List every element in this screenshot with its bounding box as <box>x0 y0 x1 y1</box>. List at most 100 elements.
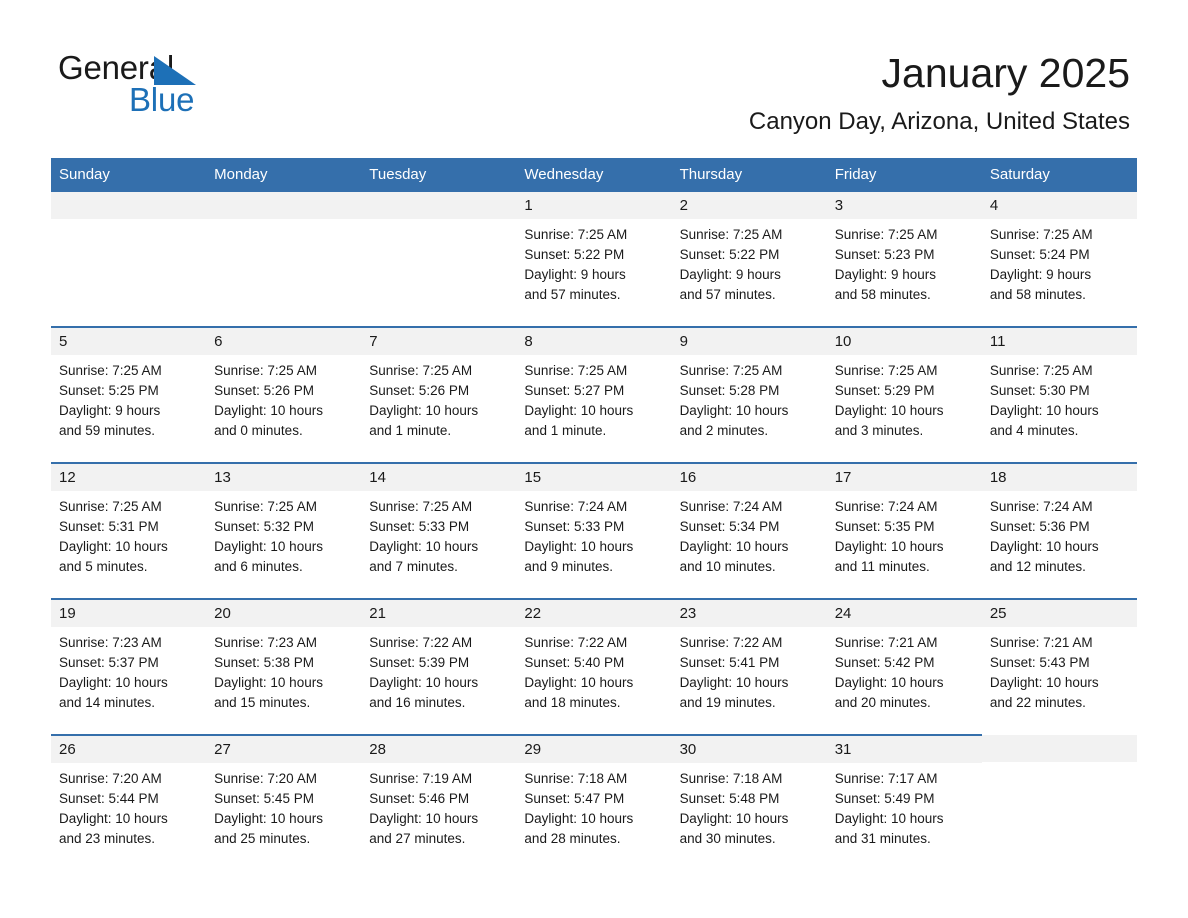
weekday-header-saturday: Saturday <box>981 158 1137 192</box>
calendar-week-row: 12 Sunrise: 7:25 AM Sunset: 5:31 PM Dayligh… <box>51 462 1137 599</box>
daylight-duration-line2: and 18 minutes. <box>524 695 621 710</box>
sunset-time: Sunset: 5:38 PM <box>214 655 314 670</box>
day-details: Sunrise: 7:25 AM Sunset: 5:31 PM Daylight:… <box>51 491 206 577</box>
daylight-duration-line2: and 10 minutes. <box>679 559 776 574</box>
calendar-day-cell[interactable]: 3 Sunrise: 7:25 AM Sunset: 5:23 PM Daylight… <box>826 192 982 327</box>
day-details: Sunrise: 7:25 AM Sunset: 5:27 PM Daylight:… <box>516 355 671 441</box>
day-details: Sunrise: 7:25 AM Sunset: 5:30 PM Daylight:… <box>982 355 1137 441</box>
sunset-time: Sunset: 5:28 PM <box>679 383 780 398</box>
calendar-day-cell[interactable]: 25 Sunrise: 7:21 AM Sunset: 5:43 PM Dayligh… <box>981 598 1137 735</box>
calendar-day-cell[interactable]: 5 Sunrise: 7:25 AM Sunset: 5:25 PM Daylight… <box>51 326 207 463</box>
daylight-duration-line1: Daylight: 10 hours <box>524 403 634 418</box>
daylight-duration-line2: and 9 minutes. <box>524 559 613 574</box>
sunrise-time: Sunrise: 7:22 AM <box>524 635 628 650</box>
calendar-day-cell[interactable]: 19 Sunrise: 7:23 AM Sunset: 5:37 PM Dayligh… <box>51 598 207 735</box>
sunrise-time: Sunrise: 7:22 AM <box>369 635 473 650</box>
day-details: Sunrise: 7:23 AM Sunset: 5:38 PM Daylight:… <box>206 627 361 713</box>
day-number: 2 <box>671 192 827 219</box>
sunrise-time: Sunrise: 7:23 AM <box>214 635 317 650</box>
daylight-duration-line1: Daylight: 10 hours <box>679 675 789 690</box>
daylight-duration-line1: Daylight: 10 hours <box>834 403 944 418</box>
day-details: Sunrise: 7:18 AM Sunset: 5:48 PM Daylight:… <box>672 763 827 849</box>
sunset-time: Sunset: 5:26 PM <box>214 383 314 398</box>
sunset-time: Sunset: 5:27 PM <box>524 383 625 398</box>
day-number: 30 <box>671 736 827 763</box>
daylight-duration-line1: Daylight: 10 hours <box>369 811 479 826</box>
sunset-time: Sunset: 5:44 PM <box>59 791 159 806</box>
calendar-day-cell[interactable]: 6 Sunrise: 7:25 AM Sunset: 5:26 PM Daylight… <box>206 326 362 463</box>
day-number: 26 <box>51 736 207 763</box>
calendar-day-cell[interactable]: 18 Sunrise: 7:24 AM Sunset: 5:36 PM Dayligh… <box>981 462 1137 599</box>
daylight-duration-line1: Daylight: 10 hours <box>59 811 168 826</box>
calendar-day-cell[interactable]: 29 Sunrise: 7:18 AM Sunset: 5:47 PM Dayligh… <box>516 734 672 870</box>
calendar-day-cell[interactable]: 16 Sunrise: 7:24 AM Sunset: 5:34 PM Dayligh… <box>671 462 827 599</box>
daylight-duration-line1: Daylight: 10 hours <box>679 811 789 826</box>
sunset-time: Sunset: 5:47 PM <box>524 791 625 806</box>
sunrise-time: Sunrise: 7:17 AM <box>834 771 938 786</box>
calendar-day-cell[interactable]: 28 Sunrise: 7:19 AM Sunset: 5:46 PM Dayligh… <box>361 734 517 870</box>
day-number: 4 <box>981 192 1137 219</box>
calendar-day-cell[interactable]: 11 Sunrise: 7:25 AM Sunset: 5:30 PM Dayligh… <box>981 326 1137 463</box>
calendar-day-cell[interactable]: 17 Sunrise: 7:24 AM Sunset: 5:35 PM Dayligh… <box>826 462 982 599</box>
day-number <box>361 192 517 219</box>
calendar-day-cell[interactable]: 1 Sunrise: 7:25 AM Sunset: 5:22 PM Daylight… <box>516 192 672 327</box>
calendar-day-cell[interactable]: 31 Sunrise: 7:17 AM Sunset: 5:49 PM Dayligh… <box>826 734 982 870</box>
calendar-day-cell[interactable]: 7 Sunrise: 7:25 AM Sunset: 5:26 PM Daylight… <box>361 326 517 463</box>
sunset-time: Sunset: 5:46 PM <box>369 791 470 806</box>
calendar-day-cell[interactable]: 2 Sunrise: 7:25 AM Sunset: 5:22 PM Daylight… <box>671 192 827 327</box>
daylight-duration-line2: and 30 minutes. <box>679 831 776 846</box>
calendar-day-cell[interactable]: 8 Sunrise: 7:25 AM Sunset: 5:27 PM Daylight… <box>516 326 672 463</box>
sunset-time: Sunset: 5:34 PM <box>679 519 780 534</box>
calendar-day-cell[interactable]: 4 Sunrise: 7:25 AM Sunset: 5:24 PM Daylight… <box>981 192 1137 327</box>
daylight-duration-line2: and 27 minutes. <box>369 831 466 846</box>
calendar-day-cell[interactable]: 14 Sunrise: 7:25 AM Sunset: 5:33 PM Dayligh… <box>361 462 517 599</box>
sunrise-time: Sunrise: 7:25 AM <box>834 363 938 378</box>
calendar-day-cell[interactable]: 21 Sunrise: 7:22 AM Sunset: 5:39 PM Dayligh… <box>361 598 517 735</box>
day-details: Sunrise: 7:25 AM Sunset: 5:22 PM Daylight:… <box>516 219 671 305</box>
sunrise-time: Sunrise: 7:25 AM <box>679 227 783 242</box>
calendar-day-cell[interactable]: 12 Sunrise: 7:25 AM Sunset: 5:31 PM Dayligh… <box>51 462 207 599</box>
sunrise-time: Sunrise: 7:25 AM <box>59 363 162 378</box>
day-number <box>51 192 207 219</box>
daylight-duration-line2: and 6 minutes. <box>214 559 303 574</box>
sunrise-time: Sunrise: 7:24 AM <box>989 499 1093 514</box>
sunrise-time: Sunrise: 7:21 AM <box>834 635 938 650</box>
day-number: 12 <box>51 464 207 491</box>
daylight-duration-line2: and 28 minutes. <box>524 831 621 846</box>
sunset-time: Sunset: 5:40 PM <box>524 655 625 670</box>
calendar-day-cell[interactable]: 24 Sunrise: 7:21 AM Sunset: 5:42 PM Dayligh… <box>826 598 982 735</box>
calendar-day-cell[interactable]: 27 Sunrise: 7:20 AM Sunset: 5:45 PM Dayligh… <box>206 734 362 870</box>
day-number: 23 <box>671 600 827 627</box>
sunrise-time: Sunrise: 7:18 AM <box>679 771 783 786</box>
calendar-day-cell[interactable]: 23 Sunrise: 7:22 AM Sunset: 5:41 PM Dayligh… <box>671 598 827 735</box>
calendar-day-cell[interactable]: 22 Sunrise: 7:22 AM Sunset: 5:40 PM Dayligh… <box>516 598 672 735</box>
sunrise-time: Sunrise: 7:25 AM <box>989 363 1093 378</box>
day-number: 10 <box>826 328 982 355</box>
sunrise-time: Sunrise: 7:25 AM <box>214 499 317 514</box>
day-number: 11 <box>981 328 1137 355</box>
calendar-day-cell[interactable]: 26 Sunrise: 7:20 AM Sunset: 5:44 PM Dayligh… <box>51 734 207 870</box>
day-number: 15 <box>516 464 672 491</box>
calendar-day-cell[interactable]: 9 Sunrise: 7:25 AM Sunset: 5:28 PM Daylight… <box>671 326 827 463</box>
daylight-duration-line2: and 58 minutes. <box>834 287 931 302</box>
sunrise-time: Sunrise: 7:21 AM <box>989 635 1093 650</box>
daylight-duration-line1: Daylight: 10 hours <box>214 811 323 826</box>
daylight-duration-line1: Daylight: 10 hours <box>989 403 1099 418</box>
daylight-duration-line2: and 15 minutes. <box>214 695 311 710</box>
calendar-day-cell[interactable]: 13 Sunrise: 7:25 AM Sunset: 5:32 PM Dayligh… <box>206 462 362 599</box>
calendar-day-cell[interactable]: 15 Sunrise: 7:24 AM Sunset: 5:33 PM Dayligh… <box>516 462 672 599</box>
day-details: Sunrise: 7:21 AM Sunset: 5:42 PM Daylight:… <box>827 627 982 713</box>
calendar-day-cell[interactable]: 30 Sunrise: 7:18 AM Sunset: 5:48 PM Dayligh… <box>671 734 827 870</box>
sunrise-time: Sunrise: 7:24 AM <box>679 499 783 514</box>
day-details: Sunrise: 7:25 AM Sunset: 5:32 PM Daylight:… <box>206 491 361 577</box>
sunrise-time: Sunrise: 7:25 AM <box>834 227 938 242</box>
daylight-duration-line2: and 3 minutes. <box>834 423 924 438</box>
calendar-day-cell-empty <box>51 192 207 327</box>
page-title: January 2025 <box>881 50 1130 96</box>
sunset-time: Sunset: 5:42 PM <box>834 655 935 670</box>
day-number: 18 <box>981 464 1137 491</box>
calendar-day-cell[interactable]: 20 Sunrise: 7:23 AM Sunset: 5:38 PM Dayligh… <box>206 598 362 735</box>
weekday-header-sunday: Sunday <box>51 158 207 192</box>
sunrise-time: Sunrise: 7:24 AM <box>834 499 938 514</box>
calendar-day-cell[interactable]: 10 Sunrise: 7:25 AM Sunset: 5:29 PM Dayligh… <box>826 326 982 463</box>
